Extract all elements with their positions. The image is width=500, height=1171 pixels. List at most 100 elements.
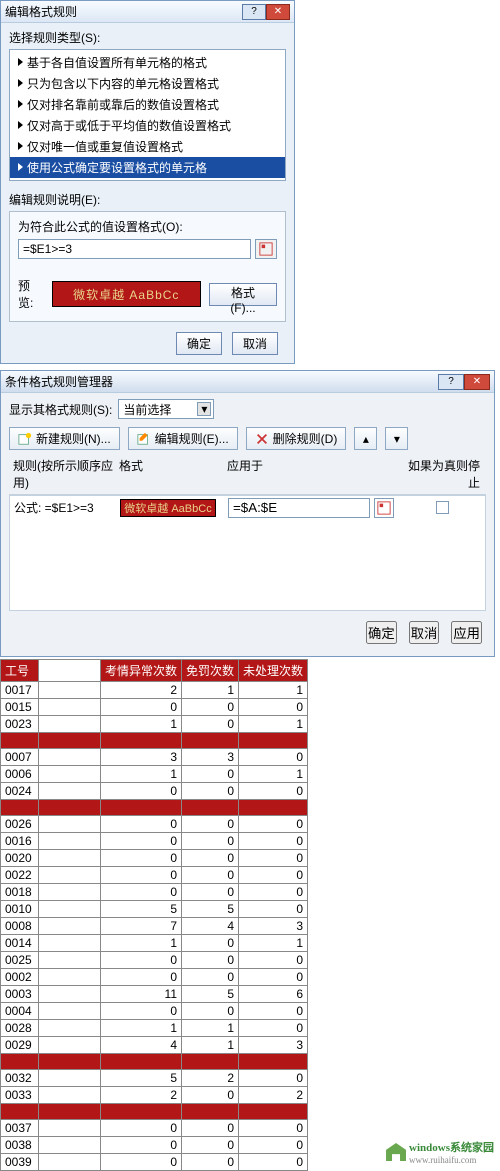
table-cell[interactable] [39, 833, 101, 850]
dialog-titlebar[interactable]: 编辑格式规则 ? ✕ [1, 1, 294, 23]
table-row[interactable]: 0032520 [1, 1070, 308, 1087]
table-row[interactable]: 0029413 [1, 1037, 308, 1054]
table-row[interactable]: 0024000 [1, 783, 308, 800]
table-cell[interactable]: 3 [182, 749, 239, 766]
table-cell[interactable] [182, 1054, 239, 1070]
table-cell[interactable] [39, 699, 101, 716]
table-cell[interactable] [39, 766, 101, 783]
table-cell[interactable]: 1 [239, 766, 308, 783]
close-button[interactable]: ✕ [464, 374, 490, 390]
table-row[interactable]: 0017211 [1, 682, 308, 699]
table-cell[interactable] [182, 800, 239, 816]
table-cell[interactable]: 0026 [1, 816, 39, 833]
table-row[interactable]: 0025000 [1, 952, 308, 969]
table-cell[interactable] [39, 1087, 101, 1104]
table-row[interactable]: 0037000 [1, 1120, 308, 1137]
scope-combobox[interactable]: 当前选择 ▾ [118, 399, 214, 419]
table-cell[interactable]: 0 [239, 749, 308, 766]
table-cell[interactable] [39, 901, 101, 918]
delete-rule-button[interactable]: 删除规则(D) [246, 427, 347, 450]
table-cell[interactable]: 1 [101, 1020, 182, 1037]
table-cell[interactable]: 0 [239, 952, 308, 969]
table-cell[interactable] [101, 800, 182, 816]
table-cell[interactable] [239, 800, 308, 816]
table-cell[interactable] [1, 1104, 39, 1120]
table-cell[interactable]: 0 [101, 833, 182, 850]
table-cell[interactable]: 0 [239, 1003, 308, 1020]
table-cell[interactable]: 0008 [1, 918, 39, 935]
table-row[interactable] [1, 800, 308, 816]
table-cell[interactable]: 0 [101, 969, 182, 986]
table-cell[interactable]: 0038 [1, 1137, 39, 1154]
table-cell[interactable]: 3 [239, 1037, 308, 1054]
table-cell[interactable]: 0 [101, 952, 182, 969]
table-cell[interactable]: 0 [182, 699, 239, 716]
table-cell[interactable]: 0022 [1, 867, 39, 884]
table-cell[interactable]: 0017 [1, 682, 39, 699]
table-cell[interactable]: 3 [101, 749, 182, 766]
table-cell[interactable] [39, 1120, 101, 1137]
rule-type-item[interactable]: 仅对排名靠前或靠后的数值设置格式 [10, 94, 285, 115]
table-cell[interactable]: 0 [182, 969, 239, 986]
range-picker-button[interactable] [374, 498, 394, 518]
table-row[interactable]: 0038000 [1, 1137, 308, 1154]
ok-button[interactable]: 确定 [366, 621, 397, 644]
table-cell[interactable]: 0 [239, 1137, 308, 1154]
table-cell[interactable] [39, 1104, 101, 1120]
table-row[interactable]: 0014101 [1, 935, 308, 952]
move-down-button[interactable]: ▾ [385, 427, 408, 450]
table-cell[interactable] [239, 733, 308, 749]
table-cell[interactable]: 0 [182, 1137, 239, 1154]
table-cell[interactable]: 1 [239, 682, 308, 699]
table-row[interactable]: 0002000 [1, 969, 308, 986]
table-cell[interactable] [39, 850, 101, 867]
table-cell[interactable]: 0 [182, 716, 239, 733]
rule-type-item-selected[interactable]: 使用公式确定要设置格式的单元格 [10, 157, 285, 178]
table-cell[interactable]: 0 [182, 766, 239, 783]
table-cell[interactable]: 0 [101, 699, 182, 716]
table-cell[interactable]: 0 [239, 850, 308, 867]
table-cell[interactable] [39, 800, 101, 816]
table-cell[interactable] [39, 986, 101, 1003]
table-cell[interactable]: 1 [101, 935, 182, 952]
table-row[interactable]: 0028110 [1, 1020, 308, 1037]
table-cell[interactable] [39, 1003, 101, 1020]
table-cell[interactable] [39, 1070, 101, 1087]
table-row[interactable]: 0004000 [1, 1003, 308, 1020]
table-cell[interactable]: 0 [101, 1137, 182, 1154]
col-header[interactable]: 未处理次数 [239, 660, 308, 682]
table-cell[interactable] [39, 935, 101, 952]
table-row[interactable]: 00031156 [1, 986, 308, 1003]
table-cell[interactable] [39, 884, 101, 901]
ok-button[interactable]: 确定 [176, 332, 222, 355]
table-cell[interactable]: 1 [182, 1020, 239, 1037]
rules-grid-row[interactable]: 公式: =$E1>=3 微软卓越 AaBbCc [9, 495, 486, 519]
dialog-titlebar[interactable]: 条件格式规则管理器 ? ✕ [1, 371, 494, 393]
stop-if-true-checkbox[interactable] [436, 501, 449, 514]
table-cell[interactable]: 0 [182, 1120, 239, 1137]
table-cell[interactable]: 5 [182, 901, 239, 918]
table-cell[interactable] [1, 800, 39, 816]
table-cell[interactable] [39, 733, 101, 749]
table-cell[interactable] [39, 952, 101, 969]
table-cell[interactable]: 0007 [1, 749, 39, 766]
table-cell[interactable]: 0010 [1, 901, 39, 918]
col-header[interactable]: 免罚次数 [182, 660, 239, 682]
table-cell[interactable] [39, 1137, 101, 1154]
table-cell[interactable]: 2 [182, 1070, 239, 1087]
table-cell[interactable]: 0 [239, 867, 308, 884]
table-cell[interactable] [39, 1020, 101, 1037]
table-cell[interactable]: 0 [101, 816, 182, 833]
table-cell[interactable]: 0029 [1, 1037, 39, 1054]
table-cell[interactable] [39, 682, 101, 699]
table-cell[interactable]: 7 [101, 918, 182, 935]
help-button[interactable]: ? [242, 4, 266, 20]
table-row[interactable]: 0023101 [1, 716, 308, 733]
table-cell[interactable]: 0 [101, 1120, 182, 1137]
table-cell[interactable]: 0006 [1, 766, 39, 783]
table-cell[interactable]: 1 [239, 716, 308, 733]
table-cell[interactable]: 0 [182, 850, 239, 867]
table-cell[interactable]: 0037 [1, 1120, 39, 1137]
table-cell[interactable]: 3 [239, 918, 308, 935]
table-cell[interactable]: 1 [239, 935, 308, 952]
